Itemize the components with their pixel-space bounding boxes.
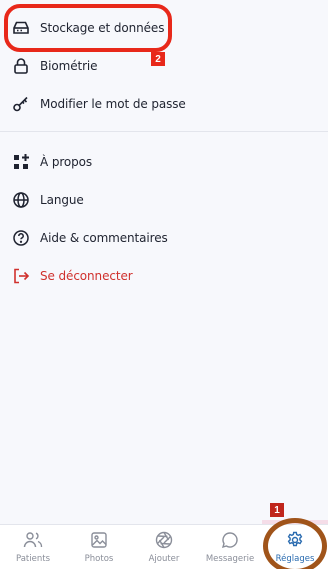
menu-item-about[interactable]: À propos [0, 143, 328, 181]
menu-item-change-password[interactable]: Modifier le mot de passe [0, 85, 328, 123]
tab-add[interactable]: Ajouter [131, 525, 197, 569]
patients-icon [23, 530, 43, 550]
menu-item-label: À propos [40, 155, 93, 169]
menu-item-label: Biométrie [40, 59, 98, 73]
globe-icon [11, 190, 31, 210]
camera-shutter-icon [154, 530, 174, 550]
key-icon [11, 94, 31, 114]
menu-item-language[interactable]: Langue [0, 181, 328, 219]
logout-icon [11, 266, 31, 286]
menu-item-label: Se déconnecter [40, 269, 133, 283]
menu-item-logout[interactable]: Se déconnecter [0, 257, 328, 295]
annotation-badge: 2 [151, 52, 165, 66]
annotation-badge: 1 [270, 503, 284, 517]
menu-item-label: Langue [40, 193, 84, 207]
photos-icon [89, 530, 109, 550]
tab-patients[interactable]: Patients [0, 525, 66, 569]
tab-label: Photos [84, 554, 114, 564]
help-icon [11, 228, 31, 248]
menu-item-label: Modifier le mot de passe [40, 97, 186, 111]
tab-label: Patients [15, 554, 51, 564]
annotation-ring [263, 518, 327, 569]
tab-messaging[interactable]: Messagerie [197, 525, 263, 569]
divider [0, 131, 328, 132]
tab-label: Messagerie [205, 554, 255, 564]
about-icon [11, 152, 31, 172]
annotation-highlight-box [4, 4, 172, 52]
lock-icon [11, 56, 31, 76]
chat-bubble-icon [220, 530, 240, 550]
tab-photos[interactable]: Photos [66, 525, 132, 569]
tab-label: Ajouter [148, 554, 180, 564]
menu-item-label: Aide & commentaires [40, 231, 168, 245]
menu-item-help[interactable]: Aide & commentaires [0, 219, 328, 257]
